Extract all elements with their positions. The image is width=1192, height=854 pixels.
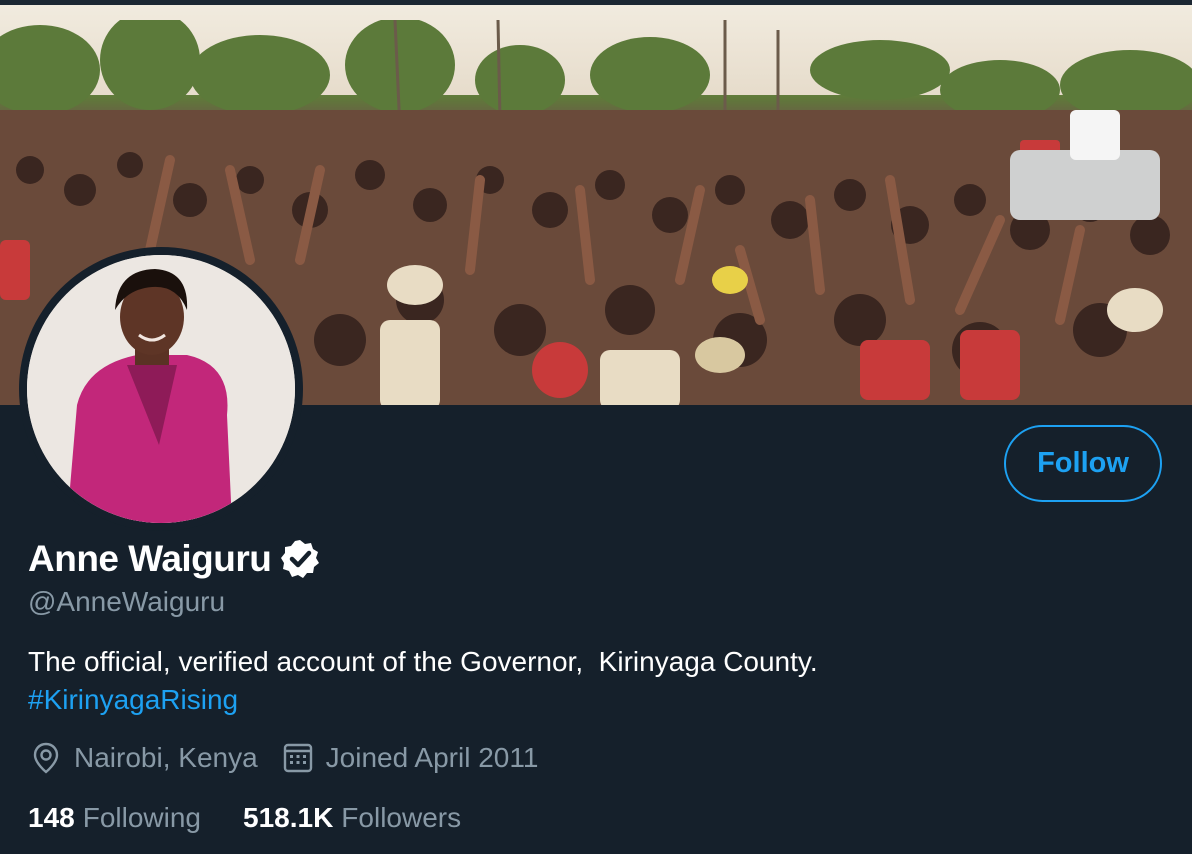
bio-hashtag-link[interactable]: #KirinyagaRising: [28, 684, 238, 715]
location-pin-icon: [33, 742, 59, 774]
calendar-icon: [283, 743, 312, 773]
profile-display-name: Anne Waiguru: [28, 538, 272, 579]
bio-text: The official, verified account of the Go…: [28, 646, 818, 677]
profile-joined: Joined April 2011: [282, 742, 539, 774]
profile-name-row: Anne Waiguru: [28, 536, 322, 582]
avatar[interactable]: [27, 255, 295, 523]
followers-count: 518.1K: [243, 802, 334, 833]
following-stat-link[interactable]: 148 Following: [28, 802, 201, 834]
profile-handle: @AnneWaiguru: [28, 586, 226, 617]
profile-page: Follow Anne Waiguru @AnneWaiguru The off…: [0, 0, 1192, 854]
followers-label: Followers: [341, 802, 462, 833]
profile-location-text: Nairobi, Kenya: [74, 742, 258, 773]
profile-bio: The official, verified account of the Go…: [28, 643, 818, 719]
following-count: 148: [28, 802, 75, 833]
following-label: Following: [82, 802, 201, 833]
banner-top-border: [0, 0, 1192, 5]
profile-stats-row: 148 Following 518.1K Followers: [28, 798, 503, 838]
followers-stat-link[interactable]: 518.1K Followers: [243, 802, 461, 834]
avatar-portrait: [27, 255, 295, 523]
verified-badge-icon: [281, 540, 320, 578]
profile-meta-row: Nairobi, Kenya Joined April 2011: [30, 738, 562, 778]
profile-joined-text: Joined April 2011: [325, 742, 539, 773]
profile-location: Nairobi, Kenya: [30, 741, 258, 775]
follow-button[interactable]: Follow: [1004, 425, 1162, 502]
